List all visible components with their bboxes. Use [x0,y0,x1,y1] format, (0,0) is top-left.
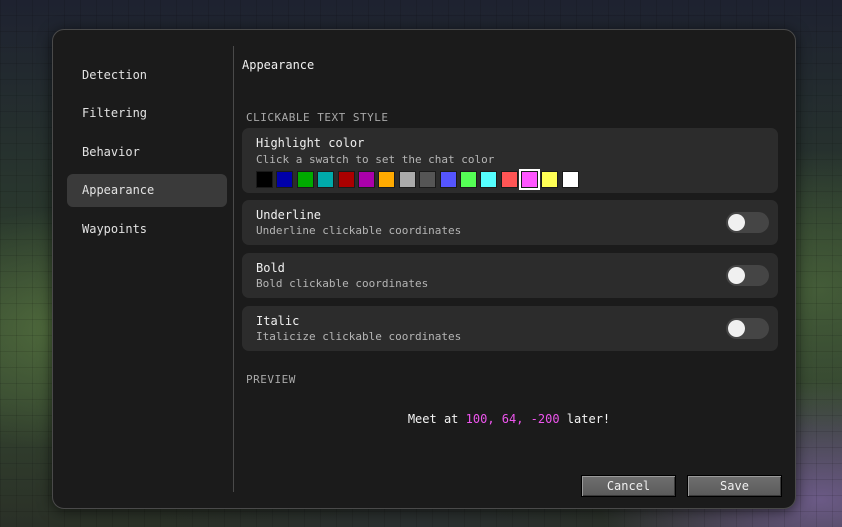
color-swatch[interactable] [398,171,416,188]
underline-desc: Underline clickable coordinates [256,224,462,237]
underline-card: Underline Underline clickable coordinate… [242,200,778,245]
section-label-clickable-text-style: CLICKABLE TEXT STYLE [246,111,389,124]
settings-window: Detection Filtering Behavior Appearance … [52,29,796,509]
underline-title: Underline [256,208,322,222]
toggle-knob [728,214,745,231]
bold-title: Bold [256,261,285,275]
italic-desc: Italicize clickable coordinates [256,330,462,343]
bold-desc: Bold clickable coordinates [256,277,429,290]
color-swatch[interactable] [296,171,314,188]
preview-sep-1: , [487,412,502,426]
sidebar-item-waypoints[interactable]: Waypoints [67,213,227,246]
underline-toggle[interactable] [726,212,769,233]
sidebar-item-appearance[interactable]: Appearance [67,174,227,207]
color-swatch[interactable] [541,171,559,188]
sidebar-item-behavior[interactable]: Behavior [67,136,227,169]
save-button[interactable]: Save [687,475,782,497]
color-swatch[interactable] [500,171,518,188]
cancel-button[interactable]: Cancel [581,475,676,497]
main-content: Appearance CLICKABLE TEXT STYLE Highligh… [241,30,795,508]
color-swatch-row [256,169,579,190]
sidebar-item-filtering[interactable]: Filtering [67,97,227,130]
highlight-color-card: Highlight color Click a swatch to set th… [242,128,778,193]
preview-sep-2: , [516,412,531,426]
sidebar-divider [233,46,234,492]
sidebar: Detection Filtering Behavior Appearance … [53,30,233,508]
preview-before: Meet at [407,412,466,426]
color-swatch[interactable] [480,171,498,188]
toggle-knob [728,320,745,337]
italic-title: Italic [256,314,300,328]
page-title: Appearance [242,58,315,72]
color-swatch[interactable] [337,171,355,188]
color-swatch[interactable] [276,171,294,188]
color-swatch[interactable] [357,171,375,188]
sidebar-item-detection[interactable]: Detection [67,59,227,92]
bold-card: Bold Bold clickable coordinates [242,253,778,298]
section-label-preview: PREVIEW [246,373,296,386]
color-swatch[interactable] [561,171,579,188]
preview-after: later! [559,412,611,426]
color-swatch[interactable] [459,171,477,188]
color-swatch[interactable] [439,171,457,188]
highlight-color-desc: Click a swatch to set the chat color [256,153,495,166]
italic-toggle[interactable] [726,318,769,339]
color-swatch[interactable] [378,171,396,188]
color-swatch[interactable] [419,171,437,188]
toggle-knob [728,267,745,284]
preview-coord-z: -200 [530,412,560,426]
preview-coord-y: 64 [501,412,517,426]
color-swatch[interactable] [519,169,541,190]
color-swatch[interactable] [256,171,273,188]
preview-coord-x: 100 [465,412,488,426]
preview-text: Meet at 100, 64, -200 later! [241,412,777,426]
bold-toggle[interactable] [726,265,769,286]
italic-card: Italic Italicize clickable coordinates [242,306,778,351]
highlight-color-title: Highlight color [256,136,365,150]
color-swatch[interactable] [317,171,335,188]
